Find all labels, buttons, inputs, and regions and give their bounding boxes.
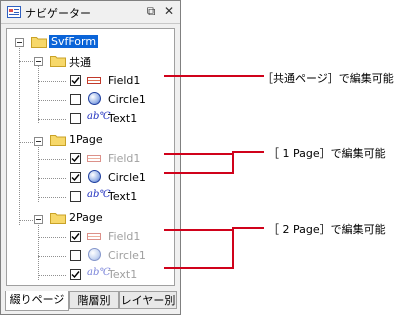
callout-line: [164, 153, 234, 155]
tree-view: SvfForm 共通 Field1 Circle1 ab℃ Text1 1Pag…: [6, 28, 175, 286]
callout-line: [164, 75, 264, 77]
collapse-toggle[interactable]: [15, 38, 24, 47]
callout-common: ［共通ページ］で編集可能: [262, 72, 394, 85]
callout-line: [164, 172, 234, 174]
tree-item-text1[interactable]: Text1: [108, 268, 137, 281]
visibility-checkbox[interactable]: [70, 113, 81, 124]
callout-line: [232, 227, 234, 269]
field-icon: [87, 155, 101, 162]
callout-2page: ［ 2 Page］で編集可能: [268, 223, 386, 236]
title-bar: ナビゲーター ⧉ ✕: [1, 1, 180, 24]
visibility-checkbox[interactable]: [70, 250, 81, 261]
folder-icon: [50, 213, 66, 224]
field-icon: [87, 233, 101, 240]
visibility-checkbox[interactable]: [70, 191, 81, 202]
tree-group-common[interactable]: 共通: [69, 54, 91, 70]
tree-item-field1[interactable]: Field1: [108, 230, 140, 243]
visibility-checkbox[interactable]: [70, 75, 81, 86]
visibility-checkbox[interactable]: [70, 153, 81, 164]
field-icon: [87, 77, 101, 84]
close-icon[interactable]: ✕: [162, 5, 176, 19]
tree-item-circle1[interactable]: Circle1: [108, 171, 146, 184]
visibility-checkbox[interactable]: [70, 269, 81, 280]
folder-icon: [50, 56, 66, 67]
tab-layers[interactable]: レイヤー別: [119, 291, 177, 309]
navigator-panel: ナビゲーター ⧉ ✕ SvfForm 共通 Field1 Circle1 ab℃…: [0, 0, 181, 315]
tab-hierarchy[interactable]: 階層別: [69, 291, 119, 309]
visibility-checkbox[interactable]: [70, 231, 81, 242]
tree-item-text1[interactable]: Text1: [108, 190, 137, 203]
tree-item-circle1[interactable]: Circle1: [108, 93, 146, 106]
callout-line: [164, 229, 234, 231]
visibility-checkbox[interactable]: [70, 94, 81, 105]
tree-item-field1[interactable]: Field1: [108, 152, 140, 165]
tree-group-2page[interactable]: 2Page: [69, 211, 103, 224]
tree-root-label[interactable]: SvfForm: [49, 35, 99, 48]
callout-line: [232, 151, 234, 174]
circle-icon: [88, 248, 101, 261]
collapse-toggle[interactable]: [34, 57, 43, 66]
tree-group-1page[interactable]: 1Page: [69, 133, 103, 146]
tab-pages[interactable]: 綴りページ: [5, 291, 69, 311]
collapse-toggle[interactable]: [34, 137, 43, 146]
folder-icon: [31, 37, 47, 48]
callout-line: [232, 227, 264, 229]
folder-icon: [50, 135, 66, 146]
collapse-toggle[interactable]: [34, 215, 43, 224]
tree-item-field1[interactable]: Field1: [108, 74, 140, 87]
float-icon[interactable]: ⧉: [144, 5, 158, 19]
visibility-checkbox[interactable]: [70, 172, 81, 183]
tree-item-circle1[interactable]: Circle1: [108, 249, 146, 262]
circle-icon: [88, 170, 101, 183]
callout-line: [232, 151, 264, 153]
tree-item-text1[interactable]: Text1: [108, 112, 137, 125]
callout-1page: ［ 1 Page］で編集可能: [268, 147, 386, 160]
callout-line: [164, 267, 234, 269]
panel-title: ナビゲーター: [25, 7, 91, 20]
navigator-icon: [7, 6, 21, 21]
circle-icon: [88, 92, 101, 105]
